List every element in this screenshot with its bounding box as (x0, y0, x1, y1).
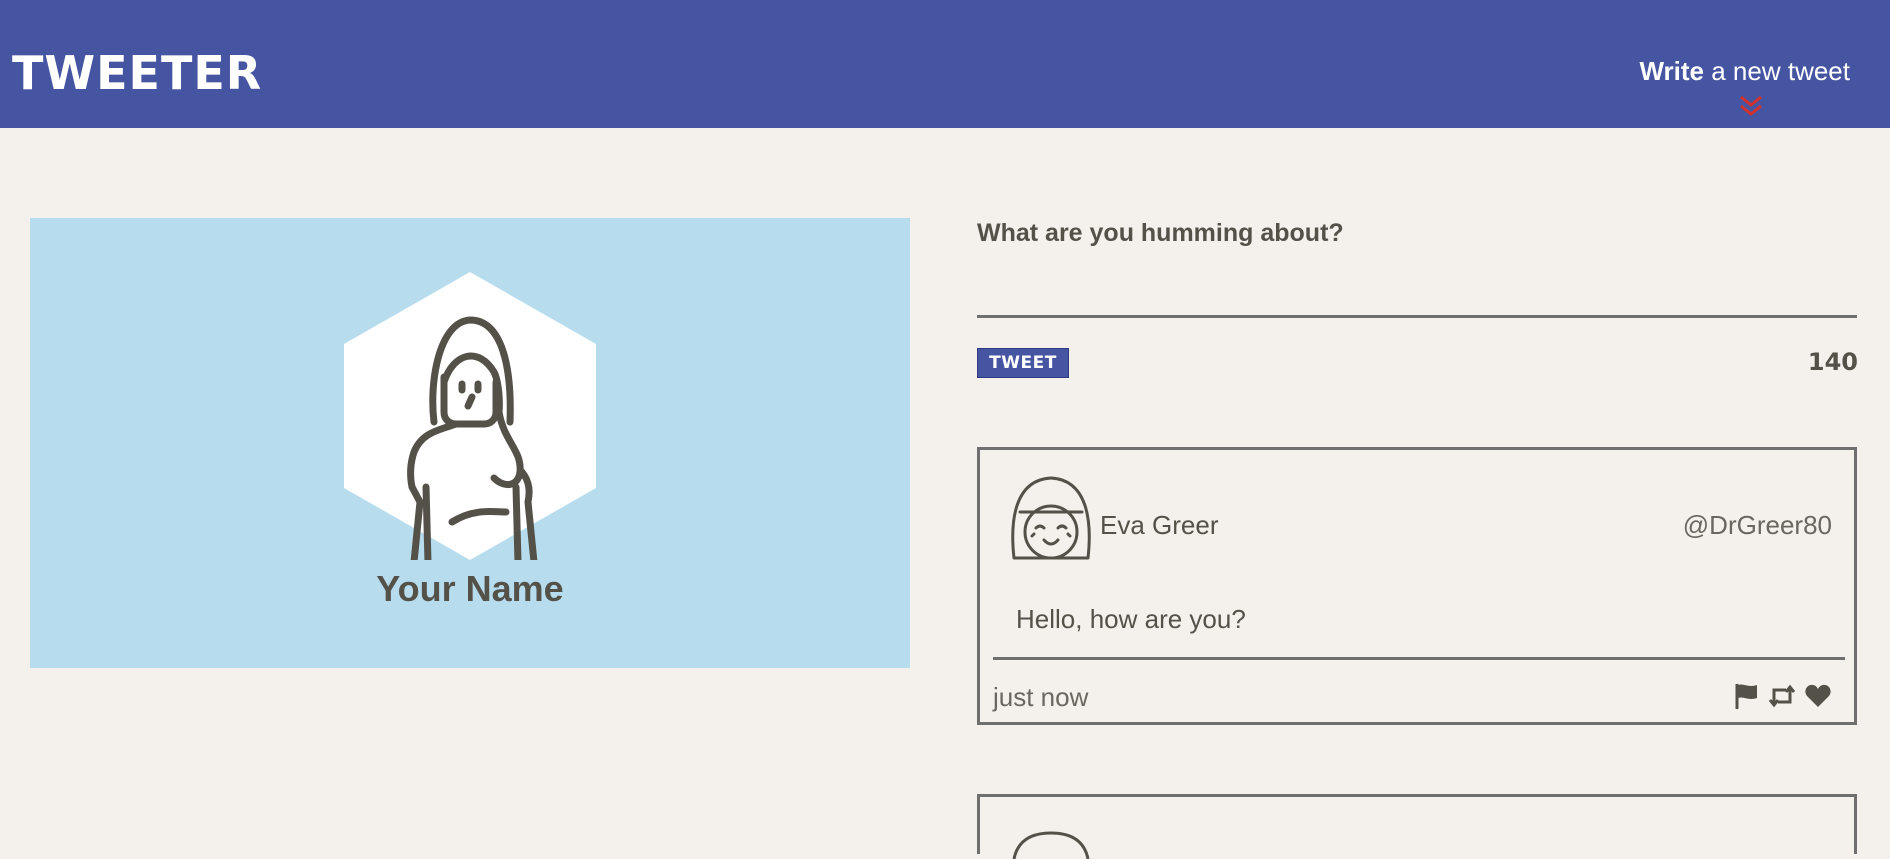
tweet-timestamp: just now (993, 682, 1089, 712)
profile-avatar (344, 272, 596, 560)
tweet-author-name: Eva Greer (1100, 510, 1219, 540)
flag-icon[interactable] (1732, 682, 1760, 710)
tweet-avatar (1012, 831, 1090, 859)
tweet-author-handle: @DrGreer80 (1682, 510, 1832, 540)
tweet-button[interactable]: TWEET (977, 348, 1069, 378)
write-label-rest: a new tweet (1704, 56, 1850, 86)
tweet-divider (993, 657, 1845, 660)
tweet-avatar (1011, 476, 1091, 560)
tweet-actions (1732, 682, 1832, 710)
tweet-card: Eva Greer @DrGreer80 Hello, how are you?… (977, 447, 1857, 725)
character-counter: 140 (1807, 348, 1858, 376)
write-label-bold: Write (1639, 56, 1705, 86)
top-nav: TWEETER Write a new tweet (0, 0, 1890, 128)
heart-icon[interactable] (1804, 682, 1832, 710)
compose-prompt: What are you humming about? (977, 219, 1344, 247)
tweet-body: Hello, how are you? (1016, 604, 1246, 634)
app-logo[interactable]: TWEETER (12, 50, 262, 96)
profile-card: Your Name (30, 218, 910, 668)
double-chevron-down-icon[interactable] (1738, 94, 1764, 118)
profile-name: Your Name (376, 568, 564, 609)
tweet-text-input[interactable] (977, 258, 1857, 318)
retweet-icon[interactable] (1768, 682, 1796, 710)
tweet-card (977, 794, 1857, 859)
write-new-tweet-toggle[interactable]: Write a new tweet (1639, 58, 1850, 84)
